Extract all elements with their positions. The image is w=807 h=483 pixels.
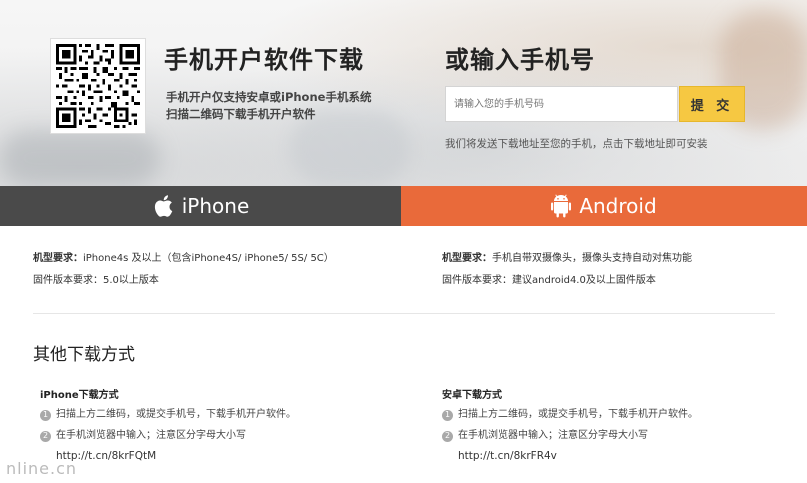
step-number-icon: 1 — [442, 409, 453, 421]
download-desc-line: 手机开户仅支持安卓或iPhone手机系统 — [166, 90, 372, 104]
apple-icon — [154, 195, 172, 217]
download-description: 手机开户仅支持安卓或iPhone手机系统 扫描二维码下载手机开户软件 — [166, 89, 371, 123]
tab-android-label: Android — [579, 194, 657, 218]
phone-title: 或输入手机号 — [445, 46, 595, 74]
android-icon — [551, 194, 572, 218]
other-download-title: 其他下载方式 — [33, 345, 135, 365]
android-requirements: 机型要求：手机自带双摄像头，摄像头支持自动对焦功能 固件版本要求：建议andro… — [442, 248, 692, 292]
iphone-model-requirement: 机型要求：iPhone4s 及以上（包含iPhone4S/ iPhone5/ 5… — [33, 248, 334, 270]
tab-iphone-label: iPhone — [181, 194, 250, 218]
method-step: 1 扫描上方二维码，或提交手机号，下载手机开户软件。 — [40, 408, 296, 422]
qr-code — [50, 38, 146, 134]
download-title: 手机开户软件下载 — [164, 46, 364, 74]
tab-android[interactable]: Android — [401, 186, 807, 226]
step-text: 扫描上方二维码，或提交手机号，下载手机开户软件。 — [458, 409, 698, 420]
download-url[interactable]: http://t.cn/8krFQtM — [56, 450, 296, 462]
step-number-icon: 2 — [442, 430, 453, 442]
iphone-firmware-requirement: 固件版本要求：5.0以上版本 — [33, 275, 159, 286]
model-value: iPhone4s 及以上（包含iPhone4S/ iPhone5/ 5S/ 5C… — [83, 253, 334, 264]
submit-button[interactable]: 提 交 — [679, 86, 745, 122]
model-label: 机型要求： — [442, 253, 492, 264]
method-step: 2 在手机浏览器中输入；注意区分字母大小写 — [40, 429, 296, 443]
section-divider — [33, 313, 775, 314]
method-step: 2 在手机浏览器中输入；注意区分字母大小写 — [442, 429, 698, 443]
model-label: 机型要求： — [33, 253, 83, 264]
android-download-method: 安卓下载方式 1 扫描上方二维码，或提交手机号，下载手机开户软件。 2 在手机浏览器… — [442, 386, 698, 462]
watermark: nline.cn — [6, 459, 78, 478]
phone-note: 我们将发送下载地址至您的手机，点击下载地址即可安装 — [445, 138, 708, 150]
step-text: 扫描上方二维码，或提交手机号，下载手机开户软件。 — [56, 409, 296, 420]
phone-input[interactable] — [445, 86, 678, 122]
method-heading: 安卓下载方式 — [442, 390, 502, 401]
step-text: 在手机浏览器中输入；注意区分字母大小写 — [56, 430, 246, 441]
download-desc-line: 扫描二维码下载手机开户软件 — [166, 107, 316, 121]
android-model-requirement: 机型要求：手机自带双摄像头，摄像头支持自动对焦功能 — [442, 248, 692, 270]
background-decoration — [0, 130, 160, 186]
android-firmware-requirement: 固件版本要求：建议android4.0及以上固件版本 — [442, 275, 656, 286]
tab-iphone[interactable]: iPhone — [0, 186, 401, 226]
qr-code-icon — [56, 44, 140, 128]
method-step: 1 扫描上方二维码，或提交手机号，下载手机开户软件。 — [442, 408, 698, 422]
step-number-icon: 2 — [40, 430, 51, 442]
model-value: 手机自带双摄像头，摄像头支持自动对焦功能 — [492, 253, 692, 264]
iphone-download-method: iPhone下载方式 1 扫描上方二维码，或提交手机号，下载手机开户软件。 2 在手… — [40, 386, 296, 462]
step-number-icon: 1 — [40, 409, 51, 421]
method-heading: iPhone下载方式 — [40, 390, 119, 401]
step-text: 在手机浏览器中输入；注意区分字母大小写 — [458, 430, 648, 441]
hero-banner: 手机开户软件下载 手机开户仅支持安卓或iPhone手机系统 扫描二维码下载手机开… — [0, 0, 807, 186]
download-url[interactable]: http://t.cn/8krFR4v — [458, 450, 698, 462]
iphone-requirements: 机型要求：iPhone4s 及以上（包含iPhone4S/ iPhone5/ 5… — [33, 248, 334, 292]
